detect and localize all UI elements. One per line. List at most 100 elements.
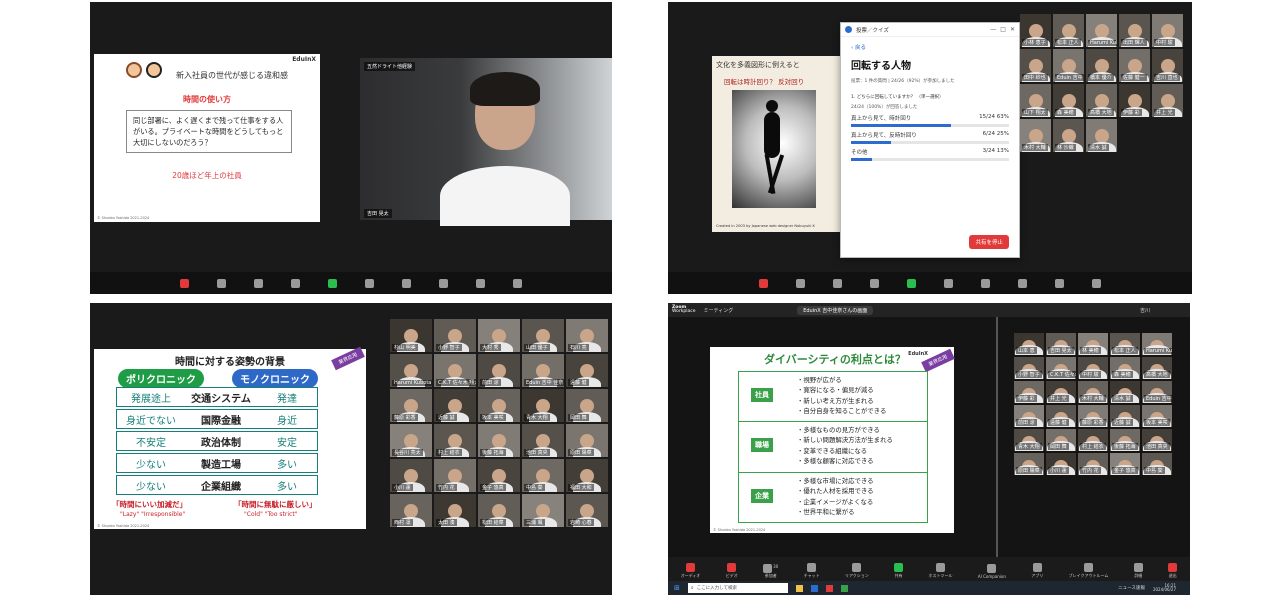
participant-tile[interactable]: 小林 恵子 bbox=[1020, 14, 1051, 47]
reaction-icon[interactable] bbox=[291, 278, 300, 288]
participant-tile[interactable]: 後藤 拓海 bbox=[1110, 429, 1140, 451]
participant-tile[interactable]: 原田 陽菜 bbox=[566, 424, 608, 457]
participant-tile[interactable]: 佐藤 健一 bbox=[1119, 49, 1150, 82]
participant-tile[interactable]: 池田 真央 bbox=[1142, 429, 1172, 451]
share-icon[interactable] bbox=[907, 278, 916, 288]
ai-companion-icon[interactable] bbox=[981, 278, 990, 288]
participant-tile[interactable]: 福田 大和 bbox=[566, 459, 608, 492]
participant-tile[interactable]: 村上 結衣 bbox=[1078, 429, 1108, 451]
participant-tile[interactable]: Harumi Kubota bbox=[1142, 333, 1172, 355]
toolbar-participants[interactable]: 30 参加者 bbox=[763, 564, 778, 579]
participant-tile[interactable]: 清水 誠 bbox=[1110, 381, 1140, 403]
participant-tile[interactable]: 高橋 大地 bbox=[1086, 84, 1117, 117]
maximize-icon[interactable]: □ bbox=[1000, 26, 1006, 33]
poll-back-link[interactable]: ‹ 戻る bbox=[851, 43, 1009, 51]
more-icon[interactable] bbox=[513, 278, 522, 288]
participant-tile[interactable]: 遠藤 健 bbox=[566, 354, 608, 387]
participant-tile[interactable]: 吉田 晃太 bbox=[1046, 333, 1076, 355]
mic-icon[interactable] bbox=[180, 278, 189, 288]
participant-tile[interactable]: 金子 悠真 bbox=[1110, 453, 1140, 475]
participant-tile[interactable]: 松本 正人 bbox=[1110, 333, 1140, 355]
participant-tile[interactable]: 林 沙織 bbox=[1053, 119, 1084, 152]
meeting-tab[interactable]: ミーティング bbox=[704, 307, 734, 314]
participant-tile[interactable]: 岡田 舞 bbox=[566, 389, 608, 422]
participant-tile[interactable]: 村上 結衣 bbox=[434, 424, 476, 457]
toolbar-share[interactable]: 共有 bbox=[894, 563, 904, 579]
toolbar-chat[interactable]: チャット bbox=[804, 563, 820, 579]
participant-tile[interactable]: 小野 智子 bbox=[1014, 357, 1044, 379]
participant-tile[interactable]: 橋本 優介 bbox=[1086, 49, 1117, 82]
participant-tile[interactable]: 木村 大輔 bbox=[1078, 381, 1108, 403]
apps-icon[interactable] bbox=[1018, 278, 1027, 288]
participant-tile[interactable]: Harumi Kubota bbox=[1086, 14, 1117, 47]
system-clock[interactable]: 16:21 2024/06/27 bbox=[1153, 583, 1190, 593]
participant-tile[interactable]: 大村 秀 bbox=[478, 319, 520, 352]
participant-tile[interactable]: 山田 優子 bbox=[522, 319, 564, 352]
participant-tile[interactable]: 池田 真央 bbox=[522, 424, 564, 457]
participant-tile[interactable]: 杉山 明美 bbox=[390, 319, 432, 352]
participant-tile[interactable]: 松本 正人 bbox=[1053, 14, 1084, 47]
participant-tile[interactable]: 小川 蓮 bbox=[1046, 453, 1076, 475]
participant-tile[interactable]: 坂本 美咲 bbox=[478, 389, 520, 422]
participant-tile[interactable]: 三浦 颯 bbox=[522, 494, 564, 527]
toolbar-video[interactable]: ビデオ bbox=[726, 563, 738, 579]
participant-tile[interactable]: 田中 紗也 bbox=[1020, 49, 1051, 82]
taskbar-app-icon[interactable] bbox=[810, 584, 818, 592]
participant-tile[interactable]: 山本 恵 bbox=[1014, 333, 1044, 355]
participant-tile[interactable]: 山下 翔太 bbox=[1020, 84, 1051, 117]
participant-tile[interactable]: 出田 輝人 bbox=[1119, 14, 1150, 47]
participant-tile[interactable]: C.K.T 佐々木 翔太 bbox=[434, 354, 476, 387]
participant-tile[interactable]: 中村 駿 bbox=[1078, 357, 1108, 379]
participant-tile[interactable]: 伊藤 彩 bbox=[1119, 84, 1150, 117]
participant-tile[interactable]: Harumi Kubota bbox=[390, 354, 432, 387]
participant-tile[interactable]: 木村 大輔 bbox=[1020, 119, 1051, 152]
chat-icon[interactable] bbox=[254, 278, 263, 288]
participant-tile[interactable]: 青木 大翔 bbox=[522, 389, 564, 422]
participant-tile[interactable]: 坂本 美咲 bbox=[1142, 405, 1172, 427]
participant-tile[interactable]: 井上 光 bbox=[1152, 84, 1183, 117]
toolbar-host-tools[interactable]: ホストツール bbox=[929, 563, 953, 579]
more-icon[interactable] bbox=[1092, 278, 1101, 288]
news-widget[interactable]: ニュース速報 bbox=[1118, 585, 1145, 591]
participant-tile[interactable]: 竹内 花 bbox=[1078, 453, 1108, 475]
participant-tile[interactable]: 竹内 花 bbox=[434, 459, 476, 492]
apps-icon[interactable] bbox=[439, 278, 448, 288]
participant-tile[interactable]: 西村 凛 bbox=[390, 494, 432, 527]
participant-tile[interactable]: Eduin 吉中 佳奈 bbox=[522, 354, 564, 387]
windows-start-icon[interactable]: ⊞ bbox=[674, 584, 680, 592]
participant-tile[interactable]: 森 美穂 bbox=[1053, 84, 1084, 117]
close-icon[interactable]: ✕ bbox=[1010, 26, 1019, 33]
participant-tile[interactable]: 吉川 直也 bbox=[1152, 49, 1183, 82]
toolbar-reactions[interactable]: リアクション bbox=[845, 563, 869, 579]
ai-companion-icon[interactable] bbox=[402, 278, 411, 288]
participant-tile[interactable]: 森 美穂 bbox=[1110, 357, 1140, 379]
taskbar-app-icon[interactable] bbox=[795, 584, 803, 592]
participant-tile[interactable]: 清水 誠 bbox=[1086, 119, 1117, 152]
participant-tile[interactable]: 小川 蓮 bbox=[390, 459, 432, 492]
participant-tile[interactable]: 松田 結菜 bbox=[478, 494, 520, 527]
participant-tile[interactable]: 藤原 彩香 bbox=[1078, 405, 1108, 427]
toolbar-more[interactable]: 詳細 bbox=[1133, 563, 1143, 579]
participant-tile[interactable]: 岡田 舞 bbox=[1046, 429, 1076, 451]
participant-tile[interactable]: 太田 湊 bbox=[434, 494, 476, 527]
participant-tile[interactable]: 石川 亮 bbox=[566, 319, 608, 352]
participant-tile[interactable]: 原田 陽菜 bbox=[1014, 453, 1044, 475]
participant-tile[interactable]: Eduin 吉中 佳奈 bbox=[1053, 49, 1084, 82]
toolbar-audio[interactable]: オーディオ bbox=[681, 563, 700, 579]
breakout-icon[interactable] bbox=[1055, 278, 1064, 288]
participant-tile[interactable]: 伊藤 彩 bbox=[1014, 381, 1044, 403]
taskbar-app-icon[interactable] bbox=[825, 584, 833, 592]
participant-tile[interactable]: 井上 光 bbox=[1046, 381, 1076, 403]
participants-icon[interactable] bbox=[217, 278, 226, 288]
stop-sharing-button[interactable]: 共有を停止 bbox=[969, 235, 1009, 249]
participant-tile[interactable]: 青木 大翔 bbox=[1014, 429, 1044, 451]
taskbar-app-icon[interactable] bbox=[840, 584, 848, 592]
participant-tile[interactable]: 藤原 彩香 bbox=[390, 389, 432, 422]
host-tools-icon[interactable] bbox=[365, 278, 374, 288]
participant-tile[interactable]: 前田 涼 bbox=[1014, 405, 1044, 427]
participant-tile[interactable]: 前田 涼 bbox=[478, 354, 520, 387]
participant-tile[interactable]: 金子 悠真 bbox=[478, 459, 520, 492]
taskbar-search[interactable]: ⌕ ここに入力して検索 bbox=[687, 583, 788, 593]
participant-tile[interactable]: 後藤 拓海 bbox=[478, 424, 520, 457]
participants-icon[interactable] bbox=[796, 278, 805, 288]
